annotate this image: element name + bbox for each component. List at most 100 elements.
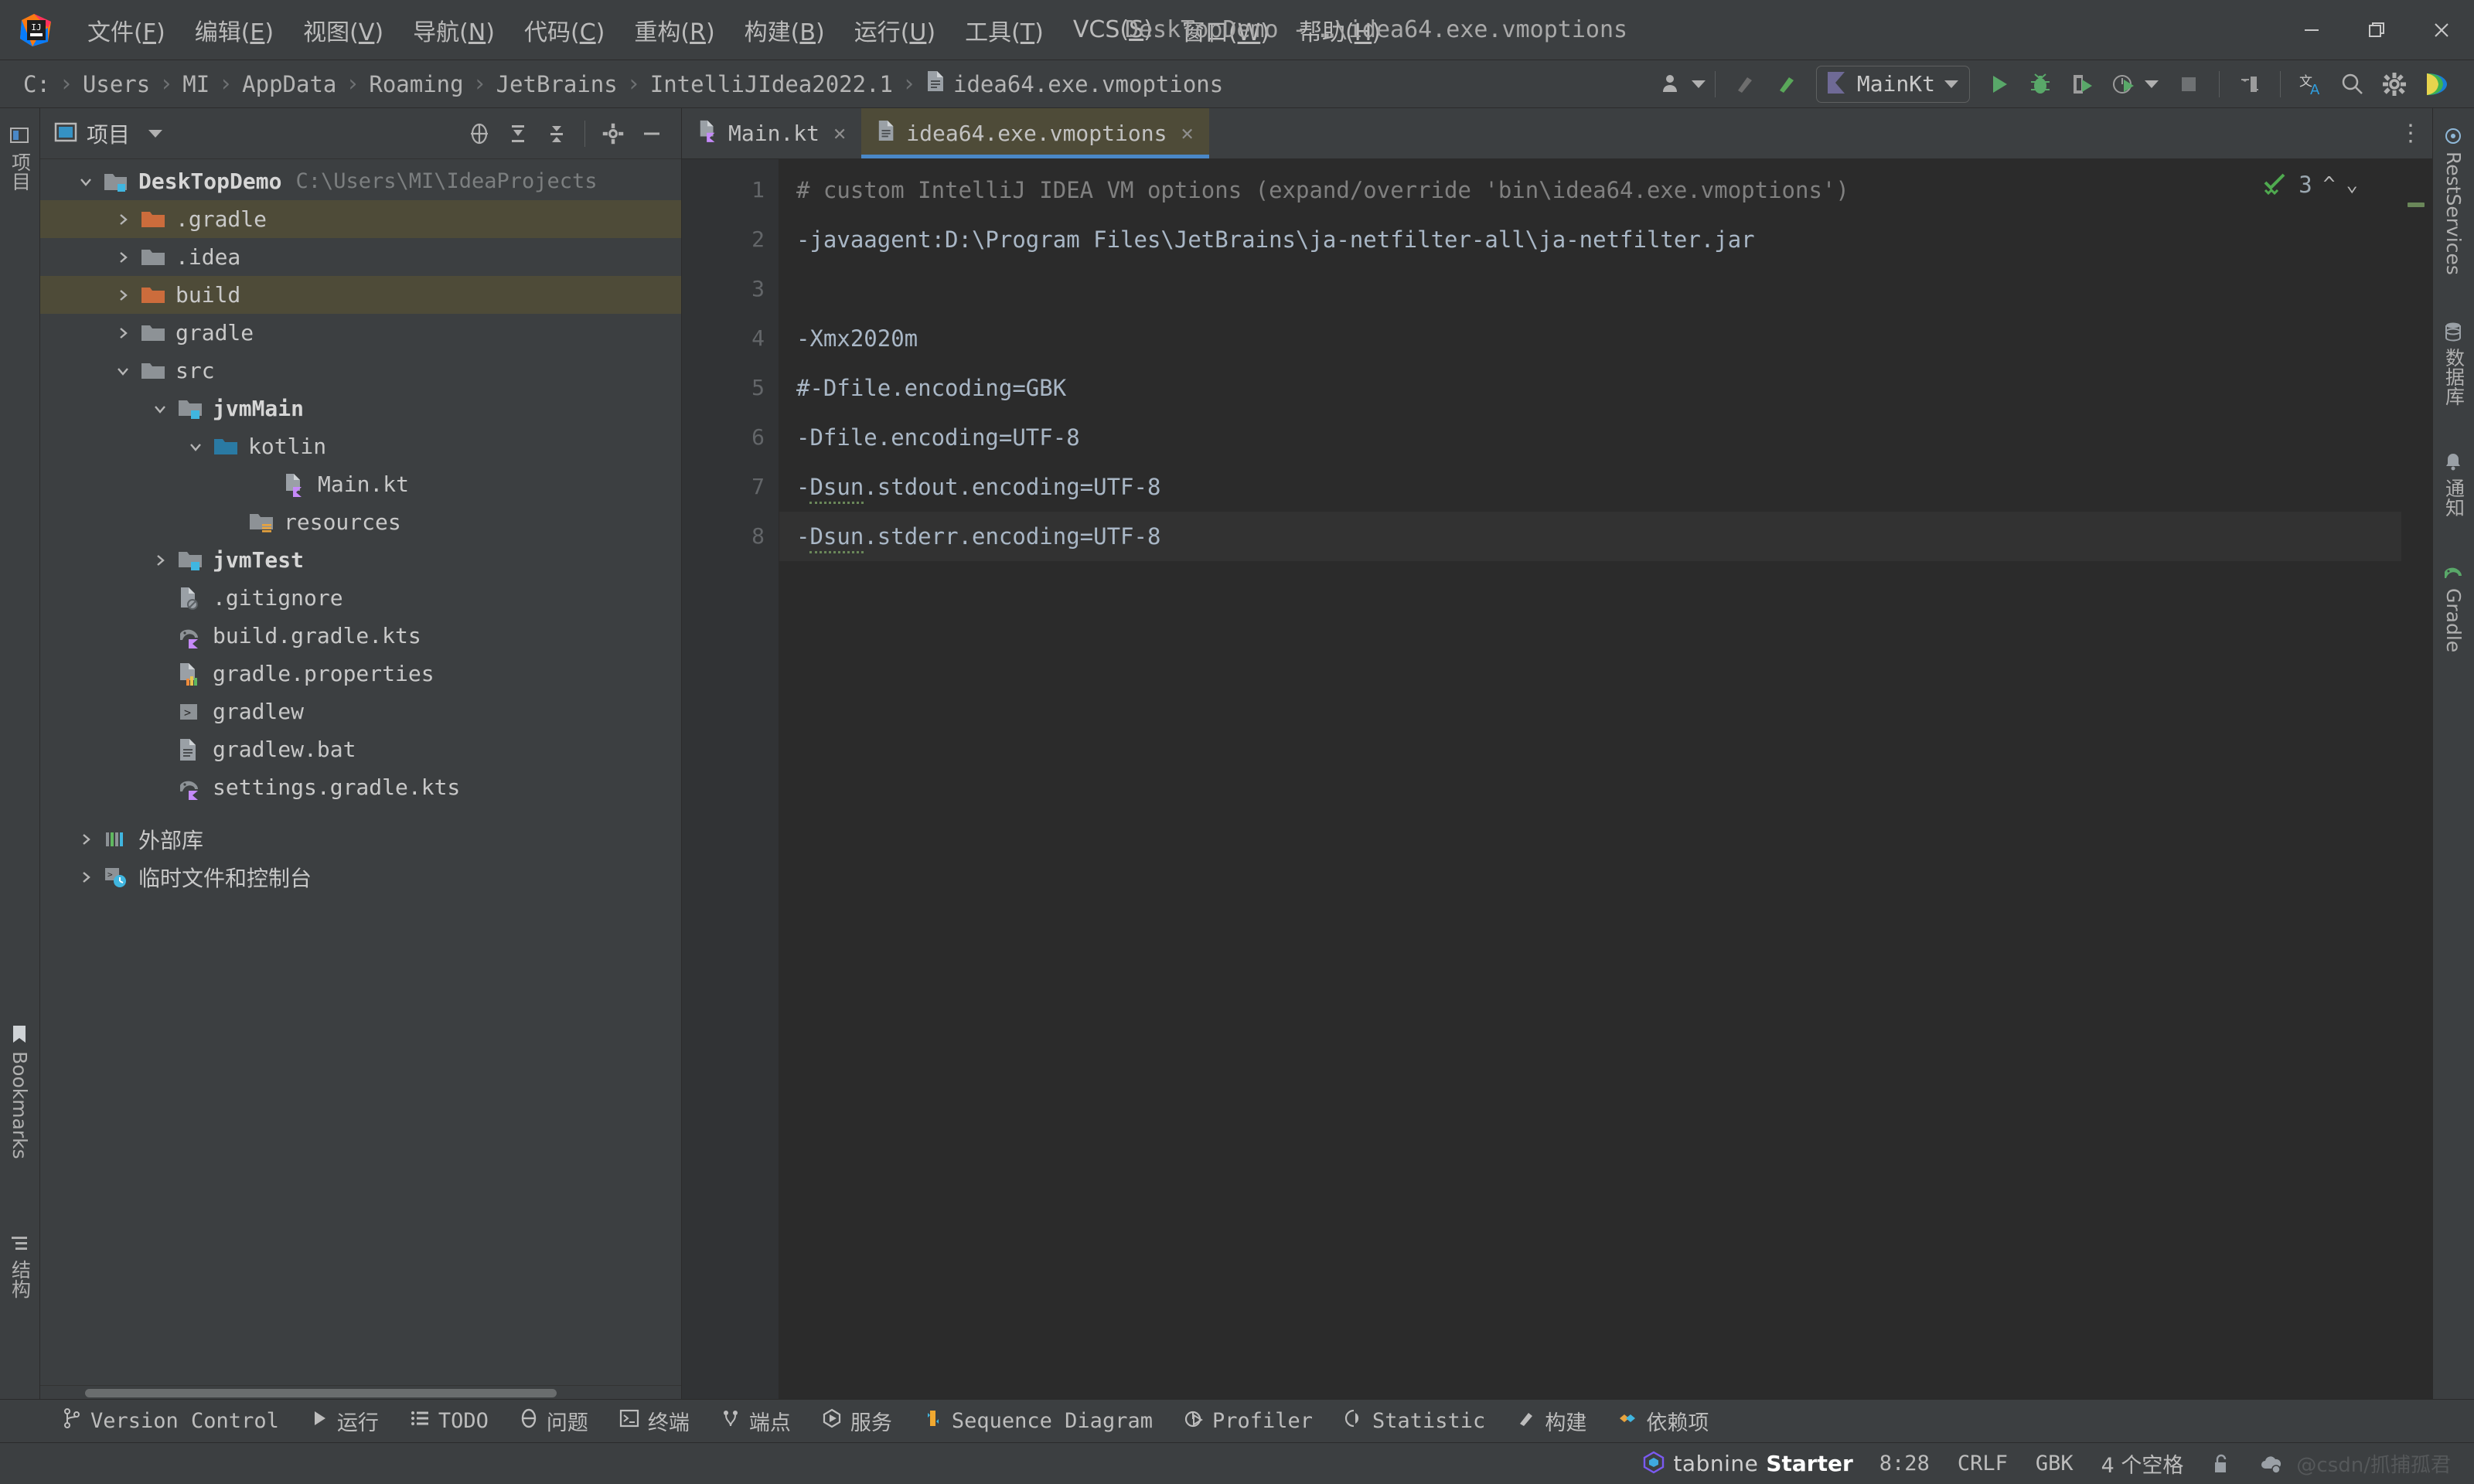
line-separator[interactable]: CRLF	[1944, 1452, 2022, 1475]
settings-gear-icon[interactable]	[596, 117, 630, 151]
tool-window-dependencies[interactable]: 依赖项	[1602, 1406, 1724, 1436]
menu-build[interactable]: 构建(B)	[730, 9, 840, 52]
breadcrumb-item-drive[interactable]: C:	[20, 70, 53, 99]
settings-gear-icon[interactable]	[2373, 63, 2415, 105]
project-tree[interactable]: DeskTopDemo C:\Users\MI\IdeaProjects .gr…	[40, 159, 681, 1385]
tree-row-scratches[interactable]: > 临时文件和控制台	[40, 858, 681, 896]
tree-row-gitignore[interactable]: .gitignore	[40, 579, 681, 617]
tab-main-kt[interactable]: Main.kt ✕	[682, 108, 861, 158]
run-configuration-selector[interactable]: MainKt	[1815, 65, 1970, 103]
tree-row-settings-gradle-kts[interactable]: settings.gradle.kts	[40, 768, 681, 806]
menu-code[interactable]: 代码(C)	[509, 9, 619, 52]
chevron-right-icon[interactable]	[74, 828, 97, 851]
breadcrumb-item-intellijidea[interactable]: IntelliJIdea2022.1	[647, 70, 896, 99]
chevron-right-icon[interactable]	[111, 322, 135, 345]
sidebar-item-bookmarks[interactable]: Bookmarks	[9, 1016, 31, 1167]
breadcrumb-item-jetbrains[interactable]: JetBrains	[493, 70, 621, 99]
chevron-right-icon[interactable]	[111, 246, 135, 269]
search-everywhere-icon[interactable]	[2332, 63, 2373, 105]
debug-icon[interactable]	[2019, 63, 2061, 105]
menu-file[interactable]: 文件(F)	[73, 9, 180, 52]
menu-vcs[interactable]: VCS(S)	[1058, 12, 1167, 48]
breadcrumb-item-appdata[interactable]: AppData	[239, 70, 339, 99]
chevron-down-icon[interactable]	[148, 397, 172, 420]
tool-window-version-control[interactable]: Version Control	[46, 1407, 295, 1435]
tree-row-gradlew-bat[interactable]: gradlew.bat	[40, 730, 681, 768]
profile-dropdown-caret-icon[interactable]	[2145, 80, 2159, 88]
tree-row-jvmtest[interactable]: jvmTest	[40, 541, 681, 579]
breadcrumb-item-users[interactable]: Users	[80, 70, 153, 99]
more-vertical-icon[interactable]: ⋮	[2389, 108, 2432, 158]
jetbrains-toolbox-icon[interactable]	[2415, 63, 2457, 105]
tree-row-gradle[interactable]: gradle	[40, 314, 681, 352]
menu-edit[interactable]: 编辑(E)	[180, 9, 288, 52]
select-opened-file-icon[interactable]	[462, 117, 496, 151]
tool-window-statistic[interactable]: Statistic	[1328, 1408, 1501, 1434]
collapse-all-icon[interactable]	[540, 117, 574, 151]
tree-row-jvmmain[interactable]: jvmMain	[40, 390, 681, 427]
code-editor[interactable]: 1 2 3 4 5 6 7 8 # custom IntelliJ IDEA V…	[682, 159, 2432, 1399]
tool-window-terminal[interactable]: 终端	[604, 1406, 705, 1436]
menu-tools[interactable]: 工具(T)	[950, 9, 1058, 52]
minimize-icon[interactable]	[2279, 0, 2344, 60]
run-with-coverage-icon[interactable]	[2061, 63, 2103, 105]
chevron-right-icon[interactable]	[148, 549, 172, 572]
tree-row-gradle-properties[interactable]: gradle.properties	[40, 655, 681, 693]
user-account-dropdown-caret-icon[interactable]	[1691, 80, 1706, 88]
sidebar-item-restservices[interactable]: RestServices	[2442, 119, 2465, 283]
tabnine-status-widget[interactable]: tabnine Starter	[1630, 1451, 1865, 1477]
updates-icon[interactable]	[2229, 63, 2271, 105]
tool-window-profiler[interactable]: Profiler	[1168, 1408, 1328, 1434]
sidebar-item-structure[interactable]: 结构	[6, 1227, 34, 1306]
breadcrumb-item-file[interactable]: idea64.exe.vmoptions	[922, 68, 1226, 100]
tool-window-services[interactable]: 服务	[806, 1406, 908, 1436]
sidebar-item-database[interactable]: 数据库	[2440, 314, 2468, 414]
chevron-right-icon[interactable]	[111, 208, 135, 231]
sidebar-item-gradle[interactable]: Gradle	[2442, 556, 2465, 660]
translate-icon[interactable]: 文 A	[2290, 63, 2332, 105]
file-encoding[interactable]: GBK	[2022, 1452, 2087, 1475]
tree-row-gradlew[interactable]: > gradlew	[40, 693, 681, 730]
tool-window-sequence-diagram[interactable]: Sequence Diagram	[908, 1408, 1168, 1434]
tree-row-desktopdemo[interactable]: DeskTopDemo C:\Users\MI\IdeaProjects	[40, 162, 681, 200]
menu-run[interactable]: 运行(U)	[840, 9, 950, 52]
chevron-right-icon[interactable]	[74, 866, 97, 889]
restore-icon[interactable]	[2344, 0, 2409, 60]
tool-window-todo[interactable]: TODO	[394, 1409, 504, 1433]
stop-icon[interactable]	[2168, 63, 2210, 105]
tree-row-external-libraries[interactable]: 外部库	[40, 820, 681, 858]
menu-view[interactable]: 视图(V)	[288, 9, 398, 52]
project-tree-horizontal-scrollbar[interactable]	[40, 1385, 681, 1399]
build-module-icon[interactable]	[1767, 63, 1808, 105]
chevron-down-icon[interactable]	[184, 435, 207, 458]
expand-all-icon[interactable]	[501, 117, 535, 151]
tree-row-build[interactable]: build	[40, 276, 681, 314]
tree-row-resources[interactable]: resources	[40, 503, 681, 541]
tool-window-build[interactable]: 构建	[1501, 1406, 1602, 1436]
hide-panel-icon[interactable]	[635, 117, 669, 151]
tree-row-main-kt[interactable]: Main.kt	[40, 465, 681, 503]
menu-navigate[interactable]: 导航(N)	[398, 9, 509, 52]
tree-row-src[interactable]: src	[40, 352, 681, 390]
tab-idea64-exe-vmoptions[interactable]: idea64.exe.vmoptions ✕	[861, 108, 1210, 158]
code-content[interactable]: # custom IntelliJ IDEA VM options (expan…	[779, 159, 2401, 1399]
close-icon[interactable]: ✕	[1181, 121, 1193, 145]
tool-window-problems[interactable]: 问题	[504, 1406, 604, 1436]
close-icon[interactable]: ✕	[833, 121, 846, 145]
inspection-widget[interactable]: 3 ^ ⌄	[2261, 170, 2358, 199]
chevron-down-icon[interactable]: ⌄	[2346, 173, 2358, 196]
menu-refactor[interactable]: 重构(R)	[619, 9, 729, 52]
chevron-up-icon[interactable]: ^	[2323, 173, 2336, 196]
menu-help[interactable]: 帮助(H)	[1284, 9, 1395, 52]
user-account-icon[interactable]	[1651, 63, 1693, 105]
chevron-right-icon[interactable]	[111, 284, 135, 307]
profile-icon[interactable]	[2103, 63, 2145, 105]
build-project-icon[interactable]	[1725, 63, 1767, 105]
indent-setting[interactable]: 4 个空格	[2087, 1448, 2198, 1479]
tool-window-run[interactable]: 运行	[295, 1406, 394, 1436]
tree-row-build-gradle-kts[interactable]: build.gradle.kts	[40, 617, 681, 655]
breadcrumb-item-roaming[interactable]: Roaming	[366, 70, 466, 99]
menu-window[interactable]: 窗口(W)	[1167, 9, 1284, 52]
tree-row-dot-idea[interactable]: .idea	[40, 238, 681, 276]
caret-position[interactable]: 8:28	[1866, 1452, 1944, 1475]
